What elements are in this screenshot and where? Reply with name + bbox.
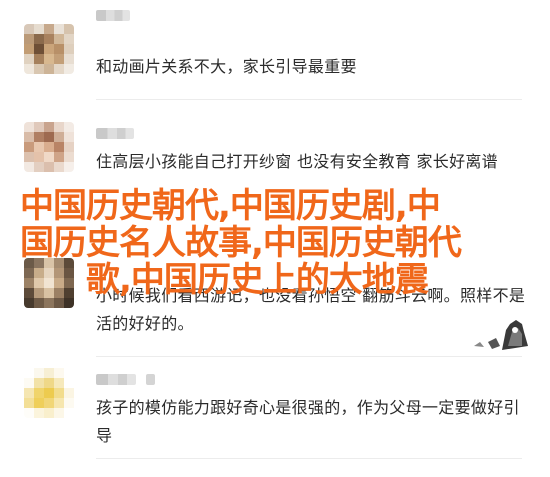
username-tag [146, 374, 155, 385]
comment-text: 孩子的模仿能力跟好奇心是很强的，作为父母一定要做好引导 [96, 398, 520, 445]
username[interactable] [96, 374, 136, 385]
comment-text: 和动画片关系不大，家长引导最重要 [96, 57, 357, 76]
divider [96, 356, 522, 357]
avatar[interactable] [24, 368, 74, 418]
divider [96, 99, 522, 100]
divider [96, 458, 522, 459]
username[interactable] [96, 10, 130, 21]
headline-line: 歌,中国历史上的大地震 [86, 260, 429, 300]
comment-text: 住高层小孩能自己打开纱窗 也没有安全教育 家长好离谱 [96, 152, 498, 171]
headline-line: 国历史名人故事,中国历史朝代 [20, 223, 462, 263]
headline-overlay: 中国历史朝代,中国历史剧,中 国历史名人故事,中国历史朝代 歌,中国历史上的大地… [20, 188, 530, 299]
avatar[interactable] [24, 24, 74, 74]
headline-line: 中国历史朝代,中国历史剧,中 [20, 186, 441, 226]
sticker-icon [466, 316, 530, 352]
avatar[interactable] [24, 122, 74, 172]
username[interactable] [96, 128, 134, 139]
